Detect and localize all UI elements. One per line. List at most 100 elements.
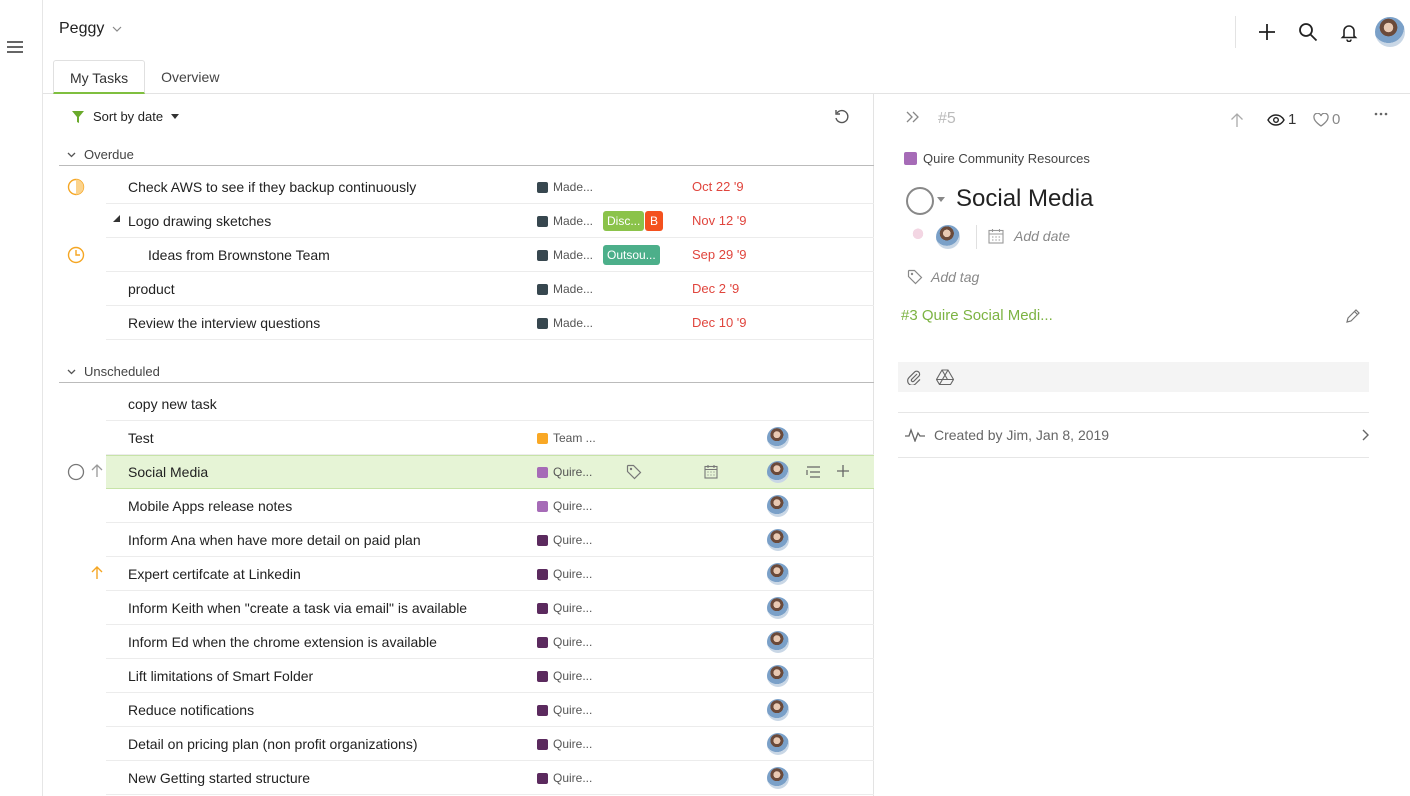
header: Peggy My Tasks Overview (43, 0, 1410, 94)
task-row-selected[interactable]: Social Media Quire... (59, 455, 874, 489)
add-subtask-icon[interactable] (836, 464, 850, 478)
task-project[interactable]: Quire... (537, 771, 592, 785)
assignee-avatar[interactable] (767, 495, 789, 517)
tab-my-tasks[interactable]: My Tasks (53, 60, 146, 94)
assignee-avatar[interactable] (767, 461, 789, 483)
task-row[interactable]: Check AWS to see if they backup continuo… (59, 170, 874, 204)
task-due-date[interactable]: Oct 22 '9 (692, 179, 744, 194)
assignee-avatar[interactable] (767, 699, 789, 721)
assignee-avatar[interactable] (767, 529, 789, 551)
task-row[interactable]: Detail on pricing plan (non profit organ… (59, 727, 874, 761)
task-row[interactable]: Mobile Apps release notes Quire... (59, 489, 874, 523)
in-progress-icon[interactable] (67, 246, 85, 264)
assignee-avatar[interactable] (767, 733, 789, 755)
google-drive-icon[interactable] (936, 369, 954, 385)
refresh-button[interactable] (833, 108, 851, 126)
partial-progress-icon[interactable] (67, 178, 85, 196)
task-project[interactable]: Quire... (537, 567, 592, 581)
assignee-avatar[interactable] (767, 427, 789, 449)
expand-caret-icon[interactable] (113, 215, 120, 222)
add-tag-button[interactable]: Add tag (907, 269, 979, 285)
task-due-date[interactable]: Dec 10 '9 (692, 315, 747, 330)
subtask-list-icon[interactable] (806, 465, 821, 479)
task-row[interactable]: Reduce notifications Quire... (59, 693, 874, 727)
task-row[interactable]: Test Team ... (59, 421, 874, 455)
user-menu-button[interactable] (1369, 14, 1410, 50)
chevron-down-icon (67, 152, 76, 157)
task-row[interactable]: copy new task (59, 387, 874, 421)
assignee-avatar[interactable] (936, 225, 960, 249)
workspace-switcher[interactable]: Peggy (59, 20, 122, 38)
search-button[interactable] (1287, 14, 1328, 50)
more-options-icon[interactable] (1374, 112, 1388, 116)
complete-checkbox[interactable] (906, 187, 934, 215)
task-row[interactable]: Expert certifcate at Linkedin Quire... (59, 557, 874, 591)
task-row[interactable]: product Made... Dec 2 '9 (59, 272, 874, 306)
priority-arrow-icon[interactable] (91, 464, 103, 478)
task-project[interactable]: Made... (537, 180, 593, 194)
task-due-date[interactable]: Dec 2 '9 (692, 281, 739, 296)
assignee-avatar[interactable] (767, 563, 789, 585)
edit-description-icon[interactable] (1345, 308, 1361, 324)
parent-task-link[interactable]: #3 Quire Social Medi... (901, 307, 1053, 324)
notifications-button[interactable] (1328, 14, 1369, 50)
task-project[interactable]: Quire... (537, 635, 592, 649)
assignee-avatar[interactable] (767, 597, 789, 619)
task-project[interactable]: Quire... (537, 601, 592, 615)
calendar-icon[interactable] (704, 464, 718, 479)
paperclip-icon[interactable] (906, 369, 922, 385)
tab-overview[interactable]: Overview (145, 60, 235, 94)
priority-high-icon[interactable] (91, 566, 103, 580)
tag-badge[interactable]: B (645, 211, 664, 231)
task-due-date[interactable]: Nov 12 '9 (692, 213, 747, 228)
task-project[interactable]: Made... (537, 248, 593, 262)
tag-icon[interactable] (626, 464, 642, 480)
task-project[interactable]: Quire... (537, 737, 592, 751)
assignee-avatar[interactable] (767, 665, 789, 687)
task-project[interactable]: Made... (537, 214, 593, 228)
task-due-date[interactable]: Sep 29 '9 (692, 247, 747, 262)
assignee-avatar[interactable] (907, 225, 929, 247)
task-project[interactable]: Quire... (537, 669, 592, 683)
task-row[interactable]: Logo drawing sketches Made... Disc... B … (59, 204, 874, 238)
avatar (1374, 17, 1405, 47)
task-project[interactable]: Quire... (537, 465, 592, 479)
task-row[interactable]: Ideas from Brownstone Team Made... Outso… (59, 238, 874, 272)
task-project[interactable]: Made... (537, 316, 593, 330)
heart-icon (1313, 112, 1329, 127)
like-button[interactable]: 0 (1313, 111, 1340, 128)
task-detail-panel: #5 1 0 Quire Community Resources Social … (874, 94, 1410, 796)
task-title[interactable]: Social Media (956, 185, 1093, 213)
add-button[interactable] (1246, 14, 1287, 50)
task-project[interactable]: Team ... (537, 431, 596, 445)
tag-icon (907, 269, 923, 285)
sort-dropdown[interactable]: Sort by date (71, 109, 180, 124)
task-row[interactable]: Inform Ed when the chrome extension is a… (59, 625, 874, 659)
task-row[interactable]: Inform Ana when have more detail on paid… (59, 523, 874, 557)
section-unscheduled-header[interactable]: Unscheduled (59, 361, 874, 383)
assignee-avatar[interactable] (767, 631, 789, 653)
task-project[interactable]: Quire... (537, 533, 592, 547)
add-date-button[interactable]: Add date (988, 228, 1070, 244)
tag-badge[interactable]: Outsou... (603, 245, 660, 265)
watchers-button[interactable]: 1 (1267, 111, 1296, 128)
task-project[interactable]: Made... (537, 282, 593, 296)
go-to-parent-icon[interactable] (1230, 112, 1244, 128)
task-row[interactable]: Review the interview questions Made... D… (59, 306, 874, 340)
task-project[interactable]: Quire... (537, 499, 592, 513)
detail-project-link[interactable]: Quire Community Resources (904, 151, 1090, 166)
tag-badge[interactable]: Disc... (603, 211, 645, 231)
hamburger-menu-icon[interactable] (6, 38, 24, 56)
section-overdue-header[interactable]: Overdue (59, 144, 874, 166)
task-row[interactable]: New Getting started structure Quire... (59, 761, 874, 795)
task-project[interactable]: Quire... (537, 703, 592, 717)
assignee-avatar[interactable] (767, 767, 789, 789)
sort-label: Sort by date (93, 109, 164, 124)
collapse-panel-icon[interactable] (906, 111, 920, 123)
activity-log-row[interactable]: Created by Jim, Jan 8, 2019 (904, 427, 1369, 443)
task-row[interactable]: Inform Keith when "create a task via ema… (59, 591, 874, 625)
task-row[interactable]: Lift limitations of Smart Folder Quire..… (59, 659, 874, 693)
chevron-down-icon (67, 369, 76, 374)
complete-checkbox[interactable] (67, 463, 85, 481)
status-caret-icon[interactable] (937, 197, 945, 202)
